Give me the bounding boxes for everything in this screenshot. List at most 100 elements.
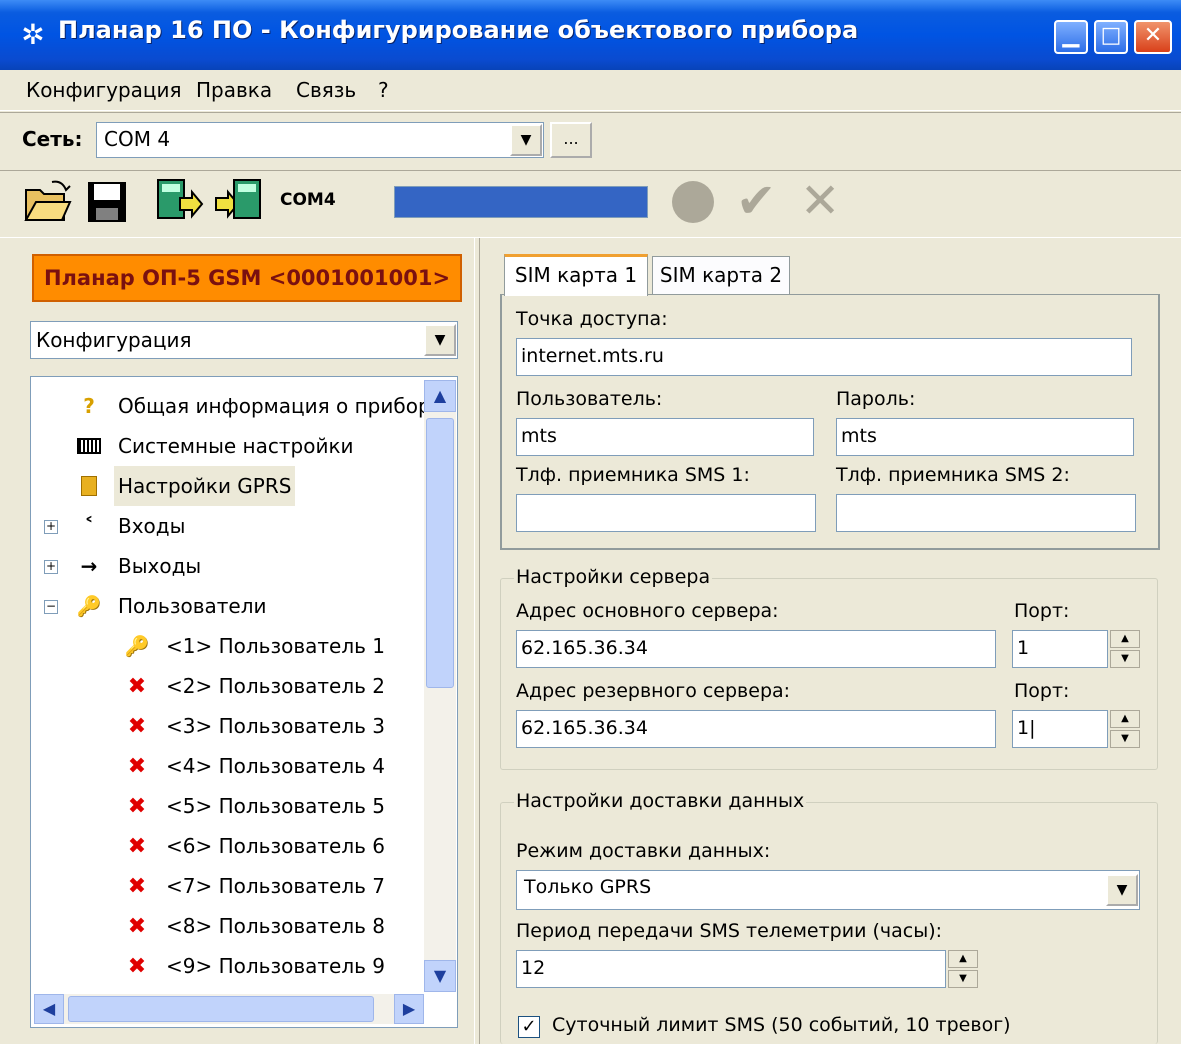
scroll-right-button[interactable]: ▶	[394, 994, 424, 1024]
sms2-label: Тлф. приемника SMS 2:	[836, 464, 1070, 486]
tab-sim-2[interactable]: SIM карта 2	[652, 256, 790, 294]
keys-icon: 🔑	[76, 594, 102, 618]
spin-down-button[interactable]: ▼	[1110, 730, 1140, 748]
backup-port-spinner[interactable]: ▲ ▼	[1110, 710, 1140, 748]
minimize-button[interactable]: ▁	[1054, 20, 1088, 54]
vertical-scroll-thumb[interactable]	[426, 418, 454, 688]
sim-chip-icon	[76, 474, 102, 498]
password-label: Пароль:	[836, 388, 916, 410]
status-led-icon	[672, 181, 714, 223]
sms2-field[interactable]	[836, 494, 1136, 532]
delivery-mode-label: Режим доставки данных:	[516, 840, 771, 862]
network-dropdown-button[interactable]: ▼	[510, 124, 542, 156]
chevron-down-icon: ▼	[434, 332, 446, 348]
scroll-left-button[interactable]: ◀	[34, 994, 64, 1024]
collapse-icon[interactable]: −	[44, 600, 58, 614]
triangle-up-icon: ▲	[1121, 633, 1129, 644]
tree-item-label: Системные настройки	[118, 434, 354, 458]
backup-port-field[interactable]: 1|	[1012, 710, 1108, 748]
main-port-spinner[interactable]: ▲ ▼	[1110, 630, 1140, 668]
expand-icon[interactable]: +	[44, 560, 58, 574]
tree-item-label: <4> Пользователь 4	[166, 754, 385, 778]
main-server-field[interactable]: 62.165.36.34	[516, 630, 996, 668]
spin-up-button[interactable]: ▲	[948, 950, 978, 968]
main-port-field[interactable]: 1	[1012, 630, 1108, 668]
triangle-down-icon: ▼	[1121, 653, 1129, 664]
tree-item[interactable]: ✖ <8> Пользователь 8	[34, 906, 424, 946]
sms1-label: Тлф. приемника SMS 1:	[516, 464, 750, 486]
server-group-title: Настройки сервера	[514, 566, 713, 588]
tree-item[interactable]: + → Выходы	[34, 546, 424, 586]
tree-item-label: <8> Пользователь 8	[166, 914, 385, 938]
sms-period-field[interactable]: 12	[516, 950, 946, 988]
scroll-down-button[interactable]: ▼	[424, 960, 456, 992]
config-dropdown-button[interactable]: ▼	[424, 324, 456, 356]
chevron-left-icon: ◀	[42, 999, 56, 1018]
menu-help[interactable]: ?	[378, 78, 389, 102]
tree-item-label: <3> Пользователь 3	[166, 714, 385, 738]
tree-item[interactable]: ✖ <9> Пользователь 9	[34, 946, 424, 986]
tree-item-label: Пользователи	[118, 594, 267, 618]
triangle-down-icon: ▼	[1121, 733, 1129, 744]
menu-edit[interactable]: Правка	[196, 78, 272, 102]
tree-item[interactable]: − 🔑 Пользователи	[34, 586, 424, 626]
read-device-icon[interactable]	[154, 176, 204, 226]
chevron-up-icon: ▲	[433, 386, 447, 405]
backup-server-field[interactable]: 62.165.36.34	[516, 710, 996, 748]
tree-item[interactable]: ✖ <7> Пользователь 7	[34, 866, 424, 906]
pane-splitter[interactable]	[474, 238, 480, 1044]
menu-configuration[interactable]: Конфигурация	[26, 78, 182, 102]
tree-item[interactable]: Настройки GPRS	[34, 466, 424, 506]
tab-sim-1[interactable]: SIM карта 1	[504, 254, 648, 296]
scroll-up-button[interactable]: ▲	[424, 380, 456, 412]
apn-field[interactable]: internet.mts.ru	[516, 338, 1132, 376]
triangle-up-icon: ▲	[1121, 713, 1129, 724]
tree-item[interactable]: 🔑 <1> Пользователь 1	[34, 626, 424, 666]
delivery-mode-dropdown-button[interactable]: ▼	[1106, 874, 1138, 906]
sms-period-spinner[interactable]: ▲ ▼	[948, 950, 978, 988]
maximize-button[interactable]: □	[1094, 20, 1128, 54]
tree-item[interactable]: ✖ <2> Пользователь 2	[34, 666, 424, 706]
key-disabled-icon: ✖	[127, 674, 147, 699]
sms-limit-label: Суточный лимит SMS (50 событий, 10 трево…	[552, 1014, 1011, 1036]
expand-icon[interactable]: +	[44, 520, 58, 534]
spin-down-button[interactable]: ▼	[948, 970, 978, 988]
password-field[interactable]: mts	[836, 418, 1134, 456]
sms-period-label: Период передачи SMS телеметрии (часы):	[516, 920, 943, 942]
key-disabled-icon: ✖	[127, 954, 147, 979]
sms1-field[interactable]	[516, 494, 816, 532]
horizontal-scroll-thumb[interactable]	[68, 996, 374, 1022]
tree-item[interactable]: ✖ <6> Пользователь 6	[34, 826, 424, 866]
network-more-button[interactable]: ...	[550, 122, 592, 158]
tree-item-label: <2> Пользователь 2	[166, 674, 385, 698]
tree-item-label: <9> Пользователь 9	[166, 954, 385, 978]
write-device-icon[interactable]	[214, 176, 264, 226]
question-icon: ?	[83, 394, 95, 418]
close-button[interactable]: ✕	[1134, 20, 1172, 54]
tree-item[interactable]: + ˂ Входы	[34, 506, 424, 546]
tree-item[interactable]: ? Общая информация о прибор	[34, 386, 424, 426]
port-label: COM4	[280, 190, 336, 210]
delivery-mode-value: Только GPRS	[524, 876, 652, 898]
spin-down-button[interactable]: ▼	[1110, 650, 1140, 668]
tree-item-label: Выходы	[118, 554, 202, 578]
maximize-icon: □	[1100, 23, 1122, 48]
input-arrow-icon: ˂	[84, 514, 94, 538]
chevron-down-icon: ▼	[1116, 882, 1128, 898]
save-icon[interactable]	[82, 176, 132, 226]
key-disabled-icon: ✖	[127, 714, 147, 739]
spin-up-button[interactable]: ▲	[1110, 630, 1140, 648]
tree-item[interactable]: ✖ <5> Пользователь 5	[34, 786, 424, 826]
tree-item[interactable]: ✖ <4> Пользователь 4	[34, 746, 424, 786]
spin-up-button[interactable]: ▲	[1110, 710, 1140, 728]
tree-item[interactable]: Системные настройки	[34, 426, 424, 466]
user-label: Пользователь:	[516, 388, 663, 410]
checkmark-icon: ✓	[521, 1016, 537, 1037]
user-field[interactable]: mts	[516, 418, 814, 456]
menu-connection[interactable]: Связь	[296, 78, 356, 102]
key-disabled-icon: ✖	[127, 754, 147, 779]
chevron-down-icon: ▼	[433, 966, 447, 985]
open-folder-icon[interactable]	[22, 176, 72, 226]
tree-item[interactable]: ✖ <3> Пользователь 3	[34, 706, 424, 746]
sms-limit-checkbox[interactable]: ✓	[518, 1016, 540, 1038]
